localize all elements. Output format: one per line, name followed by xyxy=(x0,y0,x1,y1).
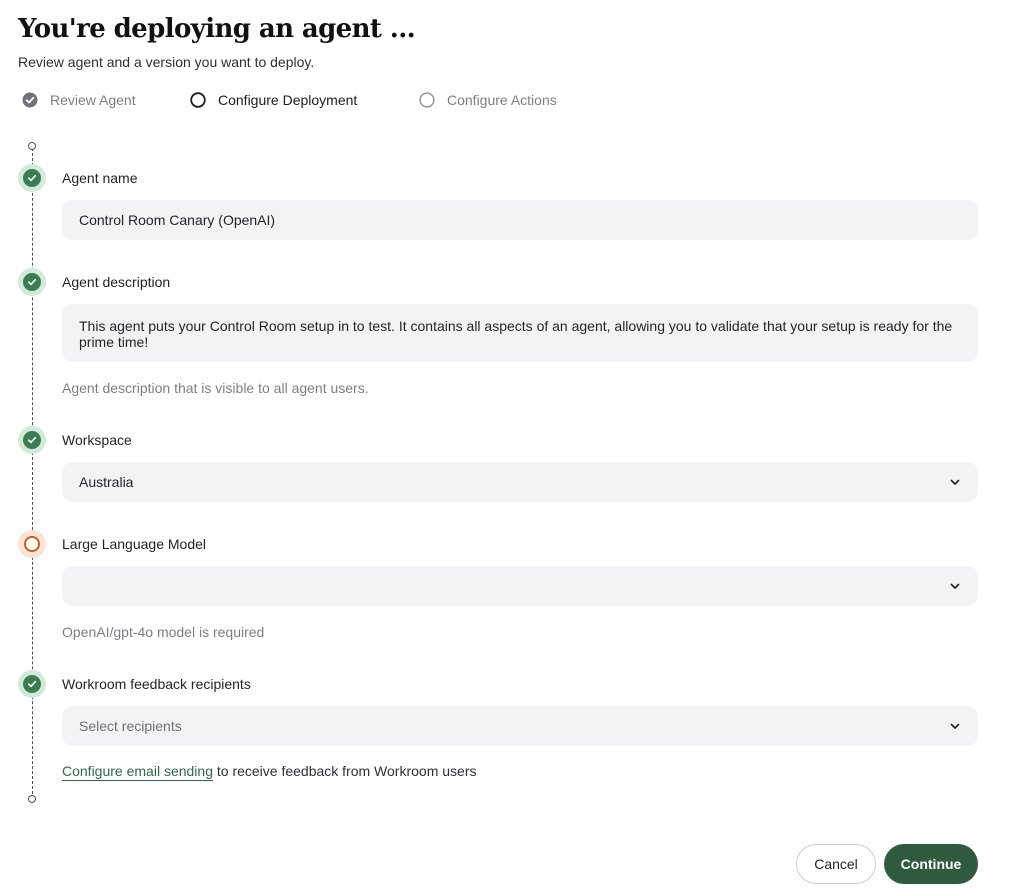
page-title: You're deploying an agent ... xyxy=(18,14,416,44)
step-configure-deployment[interactable]: Configure Deployment xyxy=(190,90,357,110)
page-subtitle: Review agent and a version you want to d… xyxy=(18,54,315,70)
status-complete-icon xyxy=(18,164,46,192)
agent-description-label: Agent description xyxy=(62,274,171,290)
status-complete-icon xyxy=(18,670,46,698)
step-label: Configure Actions xyxy=(447,92,557,108)
workspace-label: Workspace xyxy=(62,432,132,448)
timeline-start-dot xyxy=(28,142,36,150)
workspace-value: Australia xyxy=(79,474,134,490)
agent-description-field[interactable]: This agent puts your Control Room setup … xyxy=(62,304,978,362)
llm-select[interactable] xyxy=(62,566,978,606)
workspace-select[interactable]: Australia xyxy=(62,462,978,502)
recipients-note: Configure email sending to receive feedb… xyxy=(62,763,477,781)
circle-outline-icon xyxy=(190,92,206,108)
llm-hint: OpenAI/gpt-4o model is required xyxy=(62,624,265,640)
status-warning-icon xyxy=(18,530,46,558)
step-label: Review Agent xyxy=(50,92,136,108)
timeline-line xyxy=(32,148,33,799)
status-complete-icon xyxy=(18,268,46,296)
timeline-end-dot xyxy=(28,795,36,803)
continue-button[interactable]: Continue xyxy=(884,844,978,884)
chevron-down-icon xyxy=(950,723,960,729)
circle-outline-icon xyxy=(419,92,435,108)
status-complete-icon xyxy=(18,426,46,454)
step-configure-actions[interactable]: Configure Actions xyxy=(419,90,557,110)
agent-name-label: Agent name xyxy=(62,170,138,186)
cancel-button[interactable]: Cancel xyxy=(796,844,876,884)
recipients-label: Workroom feedback recipients xyxy=(62,676,251,692)
chevron-down-icon xyxy=(950,479,960,485)
chevron-down-icon xyxy=(950,583,960,589)
agent-description-hint: Agent description that is visible to all… xyxy=(62,380,369,396)
recipients-note-text: to receive feedback from Workroom users xyxy=(212,763,477,779)
check-circle-icon xyxy=(22,92,38,108)
agent-name-value: Control Room Canary (OpenAI) xyxy=(79,212,276,228)
llm-label: Large Language Model xyxy=(62,536,207,552)
step-review-agent[interactable]: Review Agent xyxy=(22,90,136,110)
recipients-select[interactable]: Select recipients xyxy=(62,706,978,746)
configure-email-link[interactable]: Configure email sending xyxy=(62,763,213,781)
recipients-placeholder: Select recipients xyxy=(79,718,182,734)
agent-description-value: This agent puts your Control Room setup … xyxy=(79,318,953,350)
step-label: Configure Deployment xyxy=(218,92,358,108)
agent-name-field[interactable]: Control Room Canary (OpenAI) xyxy=(62,200,978,240)
